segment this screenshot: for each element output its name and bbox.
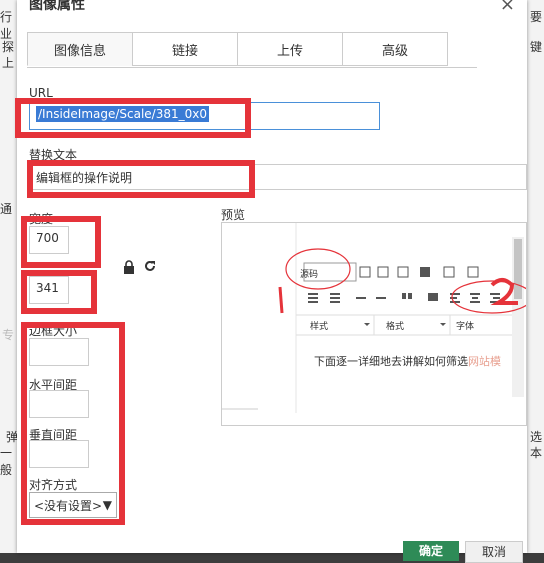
tab-advanced[interactable]: 高级 — [342, 32, 448, 66]
bg-text: 要 — [530, 10, 543, 24]
bg-text: 通 — [0, 202, 13, 216]
bg-text: 探 — [2, 40, 15, 54]
close-icon[interactable]: × — [500, 0, 515, 15]
preview-highlight-text: 网站模 — [468, 355, 501, 368]
url-value: /InsideImage/Scale/381_0x0 — [36, 106, 210, 122]
border-input[interactable] — [29, 338, 89, 366]
image-properties-dialog: 图像属性 × 图像信息 链接 上传 高级 URL /InsideImage/Sc… — [15, 0, 527, 563]
align-select-value: <没有设置> — [34, 498, 103, 513]
dialog-title: 图像属性 — [29, 0, 85, 13]
ok-button[interactable]: 确定 — [403, 541, 459, 561]
alt-text-input[interactable]: 编辑框的操作说明 — [29, 164, 527, 190]
bg-text: 上 — [2, 56, 15, 70]
tab-image-info[interactable]: 图像信息 — [27, 32, 133, 66]
preview-text: 下面逐一详细地去讲解如何筛选 — [314, 355, 468, 368]
tab-divider — [27, 67, 477, 68]
preview-source-button: 源码 — [300, 270, 319, 280]
width-input[interactable]: 700 — [29, 226, 69, 254]
tab-bar: 图像信息 链接 上传 高级 — [27, 32, 477, 68]
background-left-strip: 行业 探 上 通 专 弹 一般 — [0, 0, 18, 553]
bg-text: 选 — [530, 430, 543, 444]
preview-format-dropdown: 格式 — [386, 322, 405, 332]
reset-size-icon[interactable] — [143, 259, 157, 273]
preview-box: 源码 样式 格式 字体 下面逐一详细地去讲解如何筛选网站模 — [221, 222, 527, 426]
vspace-input[interactable] — [29, 440, 89, 468]
hspace-input[interactable] — [29, 390, 89, 418]
url-input[interactable]: /InsideImage/Scale/381_0x0 — [29, 102, 380, 130]
tab-upload[interactable]: 上传 — [237, 32, 343, 66]
align-label: 对齐方式 — [29, 478, 78, 492]
border-label: 边框大小 — [29, 324, 78, 338]
preview-label: 预览 — [221, 208, 246, 222]
tab-link[interactable]: 链接 — [132, 32, 238, 66]
height-value: 341 — [36, 281, 59, 295]
bg-text: 本 — [530, 446, 543, 460]
background-right-strip: 要 键 选 本 — [526, 0, 544, 553]
preview-style-dropdown: 样式 — [310, 322, 329, 332]
bg-text: 键 — [530, 40, 543, 54]
align-select[interactable]: <没有设置> ▼ — [29, 492, 117, 518]
bg-text: 行业 — [0, 10, 13, 41]
cancel-button[interactable]: 取消 — [465, 541, 523, 563]
alt-text-label: 替换文本 — [29, 148, 78, 162]
alt-text-value: 编辑框的操作说明 — [36, 171, 133, 185]
height-input[interactable]: 341 — [29, 276, 69, 304]
width-label: 宽度 — [29, 212, 54, 226]
bg-text: 一般 — [0, 446, 13, 477]
chevron-down-icon: ▼ — [102, 498, 112, 512]
preview-image — [222, 223, 526, 425]
bg-text: 专 — [2, 328, 15, 342]
url-label: URL — [29, 86, 53, 100]
width-value: 700 — [36, 231, 59, 245]
preview-font-dropdown: 字体 — [456, 322, 475, 332]
preview-body-text: 下面逐一详细地去讲解如何筛选网站模 — [314, 353, 501, 369]
lock-icon[interactable] — [123, 260, 135, 274]
